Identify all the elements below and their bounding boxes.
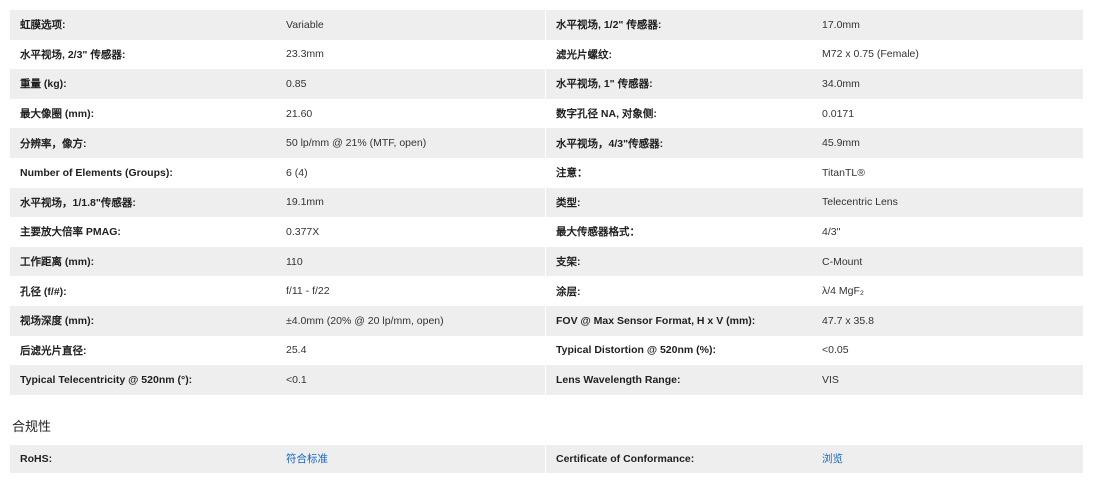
compliance-row-rohs: RoHS: 符合标准	[10, 444, 546, 473]
spec-label: 滤光片螺纹:	[556, 48, 612, 61]
spec-value: 19.1mm	[286, 196, 324, 209]
rohs-compliant-link[interactable]: 符合标准	[276, 451, 545, 466]
spec-label: Certificate of Conformance:	[556, 452, 695, 465]
spec-value: <0.05	[822, 344, 849, 357]
spec-label: 水平视场，4/3"传感器:	[556, 137, 664, 150]
spec-row: 重量 (kg): 0.85	[10, 69, 546, 99]
spec-label: FOV @ Max Sensor Format, H x V (mm):	[556, 314, 756, 327]
spec-label: 涂层:	[556, 285, 581, 298]
spec-label: 工作距离 (mm):	[20, 256, 95, 269]
spec-label: 虹膜选项:	[20, 19, 66, 32]
spec-label: 主要放大倍率 PMAG:	[20, 226, 121, 239]
spec-label: 分辨率，像方:	[20, 137, 87, 150]
spec-row: 水平视场, 1/2" 传感器: 17.0mm	[546, 10, 1083, 40]
spec-label: 后滤光片直径:	[20, 344, 87, 357]
spec-value: 21.60	[286, 107, 313, 120]
spec-row: 最大传感器格式： 4/3"	[546, 217, 1083, 247]
spec-value: C-Mount	[822, 255, 863, 268]
spec-value: f/11 - f/22	[286, 285, 330, 298]
spec-value: λ/4 MgF₂	[822, 285, 864, 298]
spec-label: 最大传感器格式：	[556, 226, 640, 239]
spec-row: Typical Distortion @ 520nm (%): <0.05	[546, 336, 1083, 366]
spec-row: 主要放大倍率 PMAG: 0.377X	[10, 217, 546, 247]
spec-value: VIS	[822, 373, 839, 386]
spec-value: <0.1	[286, 373, 307, 386]
spec-row: 孔径 (f/#): f/11 - f/22	[10, 276, 546, 306]
spec-value: 47.7 x 35.8	[822, 314, 874, 327]
spec-value: 110	[286, 255, 303, 268]
compliance-table: RoHS: 符合标准 Certificate of Conformance: 浏…	[10, 444, 1083, 473]
spec-label: Lens Wavelength Range:	[556, 373, 681, 386]
compliance-section-title: 合规性	[12, 418, 52, 434]
spec-value: 17.0mm	[822, 18, 860, 31]
spec-row: Number of Elements (Groups): 6 (4)	[10, 157, 546, 188]
spec-label: 水平视场, 2/3" 传感器:	[20, 48, 126, 61]
compliance-left-column: RoHS: 符合标准	[10, 444, 546, 473]
spec-label: 孔径 (f/#):	[20, 285, 67, 298]
spec-value: M72 x 0.75 (Female)	[822, 48, 919, 61]
spec-label: Typical Telecentricity @ 520nm (°):	[20, 373, 193, 386]
spec-row: 水平视场，1/1.8"传感器: 19.1mm	[10, 187, 546, 218]
spec-row: Lens Wavelength Range: VIS	[546, 365, 1083, 395]
compliance-right-column: Certificate of Conformance: 浏览	[546, 444, 1083, 473]
spec-value: 0.0171	[822, 107, 855, 120]
spec-row: 后滤光片直径: 25.4	[10, 335, 546, 366]
spec-label: Number of Elements (Groups):	[20, 166, 173, 179]
spec-row: 最大像圈 (mm): 21.60	[10, 98, 546, 129]
spec-label: 支架:	[556, 256, 581, 269]
spec-value: 34.0mm	[822, 77, 860, 90]
spec-row: 水平视场, 2/3" 传感器: 23.3mm	[10, 39, 546, 70]
spec-label: 注意：	[556, 167, 588, 180]
compliance-row-certificate: Certificate of Conformance: 浏览	[546, 444, 1083, 473]
spec-value: 50 lp/mm @ 21% (MTF, open)	[286, 137, 427, 150]
spec-label: 水平视场, 1" 传感器:	[556, 78, 653, 91]
spec-label: Typical Distortion @ 520nm (%):	[556, 344, 716, 357]
spec-label: RoHS:	[20, 452, 53, 465]
spec-row: 支架: C-Mount	[546, 246, 1083, 277]
spec-value: 0.377X	[286, 225, 320, 238]
spec-label: 水平视场, 1/2" 传感器:	[556, 19, 662, 32]
spec-label: 类型:	[556, 196, 581, 209]
spec-value: 6 (4)	[286, 166, 308, 179]
spec-value: TitanTL®	[822, 166, 865, 179]
spec-value: 0.85	[286, 77, 307, 90]
spec-value: 23.3mm	[286, 48, 324, 61]
spec-row: 注意： TitanTL®	[546, 158, 1083, 188]
spec-row: 类型: Telecentric Lens	[546, 187, 1083, 218]
spec-value: 4/3"	[822, 225, 841, 238]
spec-row: 水平视场, 1" 传感器: 34.0mm	[546, 69, 1083, 99]
specifications-right-column: 水平视场, 1/2" 传感器: 17.0mm 滤光片螺纹: M72 x 0.75 (F…	[546, 10, 1083, 395]
spec-row: 数字孔径 NA, 对象侧: 0.0171	[546, 99, 1083, 129]
spec-label: 重量 (kg):	[20, 78, 67, 91]
spec-label: 水平视场，1/1.8"传感器:	[20, 196, 136, 209]
spec-row: 水平视场，4/3"传感器: 45.9mm	[546, 128, 1083, 158]
spec-value: ±4.0mm (20% @ 20 lp/mm, open)	[286, 314, 444, 327]
specifications-left-column: 虹膜选项: Variable 水平视场, 2/3" 传感器: 23.3mm 重量 (kg…	[10, 10, 546, 395]
spec-label: 最大像圈 (mm):	[20, 108, 95, 121]
spec-row: FOV @ Max Sensor Format, H x V (mm): 47.7…	[546, 305, 1083, 336]
spec-value: Telecentric Lens	[822, 196, 898, 209]
spec-label: 视场深度 (mm):	[20, 315, 95, 328]
spec-row: 滤光片螺纹: M72 x 0.75 (Female)	[546, 40, 1083, 70]
specifications-page: 虹膜选项: Variable 水平视场, 2/3" 传感器: 23.3mm 重量 (kg…	[10, 10, 1083, 473]
spec-row: 工作距离 (mm): 110	[10, 246, 546, 277]
spec-row: 涂层: λ/4 MgF₂	[546, 276, 1083, 306]
spec-row: 视场深度 (mm): ±4.0mm (20% @ 20 lp/mm, open)	[10, 305, 546, 336]
specifications-table: 虹膜选项: Variable 水平视场, 2/3" 传感器: 23.3mm 重量 (kg…	[10, 10, 1083, 395]
certificate-view-link[interactable]: 浏览	[812, 451, 1083, 466]
spec-value: Variable	[286, 18, 324, 31]
spec-value: 25.4	[286, 344, 307, 357]
spec-row: 虹膜选项: Variable	[10, 10, 546, 40]
spec-label: 数字孔径 NA, 对象侧:	[556, 108, 657, 121]
spec-row: 分辨率，像方: 50 lp/mm @ 21% (MTF, open)	[10, 128, 546, 158]
spec-row: Typical Telecentricity @ 520nm (°): <0.1	[10, 365, 546, 395]
spec-value: 45.9mm	[822, 137, 860, 150]
